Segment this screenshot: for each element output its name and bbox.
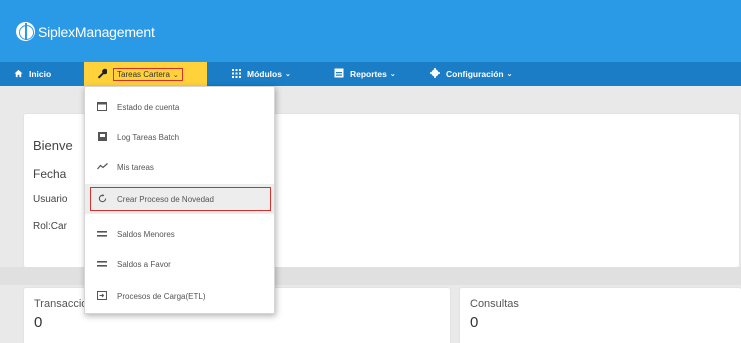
tareas-cartera-dropdown: Estado de cuenta Log Tareas Batch Mis ta… [84,86,275,314]
square-icon [96,131,108,143]
nav-label: Inicio [29,69,52,79]
welcome-title: Bienve [33,138,73,153]
selection-highlight [90,187,271,211]
nav-tareas-cartera[interactable]: Tareas Cartera ⌄ [84,62,207,86]
menu-item-label: Saldos a Favor [117,259,171,269]
brand-logo[interactable]: SiplexManagement [16,22,155,41]
nav-label: Reportes [350,69,387,79]
trend-icon [96,162,108,172]
nav-configuracion[interactable]: Configuración ⌄ [430,62,512,86]
import-icon [96,290,108,302]
menu-item-mis-tareas[interactable]: Mis tareas [85,152,274,182]
gear-icon [430,68,440,80]
menu-item-label: Mis tareas [117,162,154,172]
app-header: SiplexManagement [0,0,741,62]
equals-icon [96,259,108,269]
nav-inicio[interactable]: Inicio [14,62,51,86]
grid-icon [232,68,241,80]
nav-reportes[interactable]: Reportes ⌄ [334,62,396,86]
nav-label: Configuración [446,69,504,79]
menu-item-estado-de-cuenta[interactable]: Estado de cuenta [85,92,274,122]
welcome-user: Usuario [33,194,68,205]
menu-item-label: Log Tareas Batch [117,132,180,142]
consultas-card: Consultas 0 [460,288,741,343]
nav-label: Módulos [247,69,282,79]
chevron-down-icon: ⌄ [172,71,179,79]
calendar-icon [96,101,108,113]
menu-item-procesos-de-carga[interactable]: Procesos de Carga(ETL) [85,281,274,311]
equals-icon [96,229,108,239]
globe-icon [16,22,35,41]
nav-modulos[interactable]: Módulos ⌄ [232,62,291,86]
menu-item-saldos-a-favor[interactable]: Saldos a Favor [85,249,274,279]
menu-item-label: Estado de cuenta [117,102,180,112]
menu-item-saldos-menores[interactable]: Saldos Menores [85,219,274,249]
home-icon [14,69,23,80]
transacciones-value: 0 [34,314,43,331]
menu-item-log-tareas-batch[interactable]: Log Tareas Batch [85,122,274,152]
consultas-label: Consultas [470,298,519,310]
welcome-role: Rol:Car [33,221,67,232]
consultas-value: 0 [470,314,479,331]
nav-label-highlight: Tareas Cartera ⌄ [113,67,183,81]
wrench-icon [96,68,108,81]
report-icon [334,68,344,80]
main-nav: Inicio Tareas Cartera ⌄ Módulos ⌄ Reportes… [0,62,741,86]
chevron-down-icon: ⌄ [389,71,396,78]
menu-item-label: Procesos de Carga(ETL) [117,291,206,301]
menu-item-label: Saldos Menores [117,229,175,239]
chevron-down-icon: ⌄ [506,71,513,78]
app-title: SiplexManagement [38,23,155,40]
chevron-down-icon: ⌄ [284,71,291,78]
menu-item-crear-proceso-de-novedad[interactable]: Crear Proceso de Novedad [85,184,274,214]
nav-label: Tareas Cartera [117,69,170,79]
welcome-date: Fecha [33,167,67,181]
